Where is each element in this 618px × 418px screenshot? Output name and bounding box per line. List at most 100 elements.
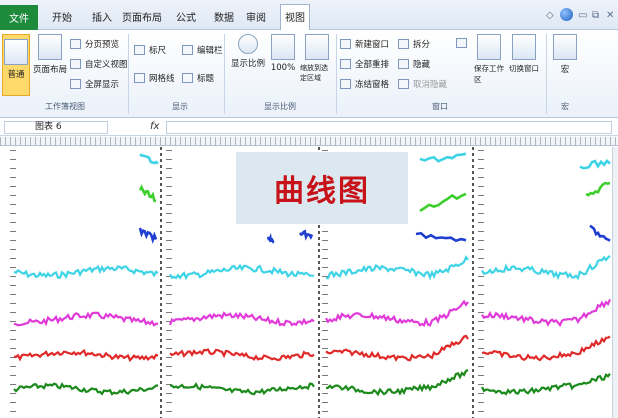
curve-fragment xyxy=(266,232,275,244)
window-close-icon[interactable]: ✕ xyxy=(606,10,614,21)
tab-review[interactable]: 审阅 xyxy=(246,9,266,24)
ruler-checkbox[interactable]: 标尺 xyxy=(134,44,166,56)
curve-fragment xyxy=(419,152,467,163)
split-icon xyxy=(398,39,409,49)
curve-trace xyxy=(13,382,158,396)
zoom-to-selection-button[interactable]: 缩放到选定区域 xyxy=(300,34,334,83)
group-label-show: 显示 xyxy=(172,102,188,111)
checkbox-icon xyxy=(134,45,145,55)
macros-icon xyxy=(553,34,577,60)
tab-insert[interactable]: 插入 xyxy=(92,9,112,24)
curve-trace xyxy=(481,254,611,281)
group-divider xyxy=(546,34,547,114)
ribbon-tab-bar: 文件 开始 插入 页面布局 公式 数据 审阅 视图 ◇ ▭ ⧉ ✕ xyxy=(0,0,618,31)
page-layout-view-button[interactable]: 页面布局 xyxy=(32,34,68,75)
hide-button[interactable]: 隐藏 xyxy=(398,58,430,70)
new-window-icon xyxy=(340,39,351,49)
group-label-zoom: 显示比例 xyxy=(264,102,296,111)
freeze-panes-button[interactable]: 冻结窗格 xyxy=(340,78,389,90)
formula-bar: 图表 6 fx xyxy=(0,119,618,136)
curve-trace xyxy=(481,335,611,362)
curve-fragment xyxy=(589,224,611,242)
window-restore-icon[interactable]: ⧉ xyxy=(592,10,599,21)
magnifier-icon xyxy=(238,34,258,54)
full-screen-icon xyxy=(70,79,81,89)
curve-fragment xyxy=(139,153,159,165)
horizontal-ruler xyxy=(0,137,618,146)
curve-fragment xyxy=(138,227,158,245)
curve-trace xyxy=(13,311,159,327)
switch-windows-icon xyxy=(512,34,536,60)
headings-checkbox[interactable]: 标题 xyxy=(182,72,214,84)
custom-views-icon xyxy=(70,59,81,69)
normal-view-icon xyxy=(4,39,28,65)
tab-home[interactable]: 开始 xyxy=(52,9,72,24)
checkbox-icon xyxy=(182,45,193,55)
checkbox-icon xyxy=(134,73,145,83)
curve-trace xyxy=(168,311,315,327)
curve-fragment xyxy=(138,184,157,203)
group-divider xyxy=(128,34,129,114)
curve-trace xyxy=(325,299,469,327)
full-screen-button[interactable]: 全屏显示 xyxy=(70,78,119,90)
unhide-button[interactable]: 取消隐藏 xyxy=(398,78,447,90)
side-by-side-button[interactable] xyxy=(456,38,467,48)
curve-fragment xyxy=(419,192,467,212)
freeze-panes-icon xyxy=(340,79,351,89)
vertical-scrollbar[interactable] xyxy=(612,147,618,418)
hide-icon xyxy=(398,59,409,69)
split-button[interactable]: 拆分 xyxy=(398,38,430,50)
help-icon[interactable] xyxy=(560,8,573,21)
tab-file[interactable]: 文件 xyxy=(0,5,38,30)
formula-input[interactable] xyxy=(166,121,612,134)
curve-trace xyxy=(481,298,612,328)
curve-trace xyxy=(325,369,469,397)
custom-views-button[interactable]: 自定义视图 xyxy=(70,58,128,70)
chart-title: 曲线图 xyxy=(274,174,370,209)
tab-data[interactable]: 数据 xyxy=(214,9,234,24)
curve-trace xyxy=(325,334,469,362)
formula-bar-checkbox[interactable]: 编辑栏 xyxy=(182,44,223,56)
side-by-side-icon xyxy=(456,38,467,48)
group-divider xyxy=(224,34,225,114)
curve-trace xyxy=(13,264,159,280)
arrange-all-button[interactable]: 全部重排 xyxy=(340,58,389,70)
curve-trace xyxy=(169,348,315,362)
gridlines-checkbox[interactable]: 网格线 xyxy=(134,72,175,84)
zoom-button[interactable]: 显示比例 xyxy=(230,34,266,69)
arrange-all-icon xyxy=(340,59,351,69)
group-divider xyxy=(336,34,337,114)
insert-function-icon[interactable]: fx xyxy=(150,121,159,132)
macros-button[interactable]: 宏 xyxy=(552,34,578,75)
chart-title-box[interactable]: 曲线图 xyxy=(236,152,408,224)
new-window-button[interactable]: 新建窗口 xyxy=(340,38,389,50)
curve-trace xyxy=(13,348,159,363)
save-workspace-icon xyxy=(477,34,501,60)
normal-view-button[interactable]: 普通 xyxy=(2,34,30,96)
group-label-macros: 宏 xyxy=(561,102,569,111)
name-box[interactable]: 图表 6 xyxy=(4,121,108,134)
curve-fragment xyxy=(579,158,611,170)
unhide-icon xyxy=(398,79,409,89)
zoom-100-icon xyxy=(271,34,295,60)
page-break-preview-button[interactable]: 分页预览 xyxy=(70,38,119,50)
group-label-window: 窗口 xyxy=(432,102,448,111)
zoom-100-button[interactable]: 100% xyxy=(268,34,298,73)
curve-trace xyxy=(325,255,469,281)
tab-page-layout[interactable]: 页面布局 xyxy=(122,9,162,24)
save-workspace-button[interactable]: 保存工作区 xyxy=(474,34,504,85)
page-layout-icon xyxy=(38,34,62,60)
tab-formulas[interactable]: 公式 xyxy=(176,9,196,24)
zoom-selection-icon xyxy=(305,34,329,60)
switch-windows-button[interactable]: 切换窗口 xyxy=(506,34,542,74)
tab-view[interactable]: 视图 xyxy=(280,4,310,31)
curve-trace xyxy=(169,263,315,281)
curve-fragment xyxy=(298,229,314,241)
curve-trace xyxy=(481,373,611,396)
checkbox-icon xyxy=(182,73,193,83)
curve-trace xyxy=(169,382,315,396)
group-label-workbook-views: 工作簿视图 xyxy=(45,102,85,111)
window-minimize-icon[interactable]: ▭ xyxy=(578,10,587,21)
curve-fragment xyxy=(415,231,467,243)
minimize-ribbon-icon[interactable]: ◇ xyxy=(546,10,554,21)
